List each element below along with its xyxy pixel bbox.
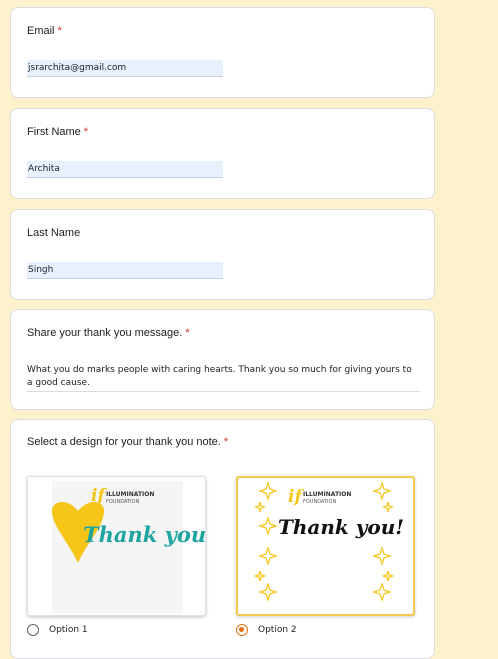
last-name-question: Last Name — [27, 227, 80, 239]
thank-you-design-2: if ILLUMINATION FOUNDATION Thank you! — [254, 481, 404, 602]
option-2-radio-row[interactable]: Option 2 — [236, 624, 297, 636]
logo-mark: if — [288, 487, 304, 507]
design-option-1-image[interactable]: if ILLUMINATION FOUNDATION Thank you! — [27, 476, 206, 616]
email-field[interactable]: jsrarchita@gmail.com — [27, 60, 223, 77]
required-asterisk: * — [185, 327, 190, 339]
first-name-field[interactable]: Archita — [27, 161, 223, 178]
first-name-label: First Name — [27, 126, 81, 138]
design-question: Select a design for your thank you note.… — [27, 436, 228, 448]
required-asterisk: * — [223, 436, 229, 448]
logo-line2: FOUNDATION — [106, 499, 139, 505]
email-card: Email * jsrarchita@gmail.com — [10, 7, 435, 98]
logo-line1: ILLUMINATION — [303, 491, 351, 498]
design-card-question: Select a design for your thank you note.… — [10, 419, 435, 659]
email-question: Email * — [27, 25, 62, 37]
message-question: Share your thank you message. * — [27, 327, 190, 339]
message-field[interactable]: What you do marks people with caring hea… — [27, 364, 420, 392]
required-asterisk: * — [57, 25, 62, 37]
first-name-question: First Name * — [27, 126, 88, 138]
option-1-label: Option 1 — [49, 625, 88, 635]
option-1-radio-row[interactable]: Option 1 — [27, 624, 88, 636]
email-label: Email — [27, 25, 55, 37]
logo-line2: FOUNDATION — [303, 499, 336, 505]
message-label: Share your thank you message. — [27, 327, 183, 339]
option-1-radio[interactable] — [27, 624, 39, 636]
thank-you-script: Thank you! — [278, 515, 404, 539]
thank-you-script: Thank you! — [83, 522, 206, 547]
last-name-card: Last Name Singh — [10, 209, 435, 300]
first-name-card: First Name * Archita — [10, 108, 435, 199]
last-name-field[interactable]: Singh — [27, 262, 223, 279]
logo-line1: ILLUMINATION — [106, 491, 154, 498]
design-label: Select a design for your thank you note. — [27, 436, 221, 448]
design-option-2-image[interactable]: if ILLUMINATION FOUNDATION Thank you! — [236, 476, 415, 616]
option-2-radio[interactable] — [236, 624, 248, 636]
thank-you-design-1: if ILLUMINATION FOUNDATION Thank you! — [52, 481, 206, 613]
option-2-label: Option 2 — [258, 625, 297, 635]
last-name-label: Last Name — [27, 227, 81, 239]
message-card: Share your thank you message. * What you … — [10, 309, 435, 410]
required-asterisk: * — [83, 126, 89, 138]
